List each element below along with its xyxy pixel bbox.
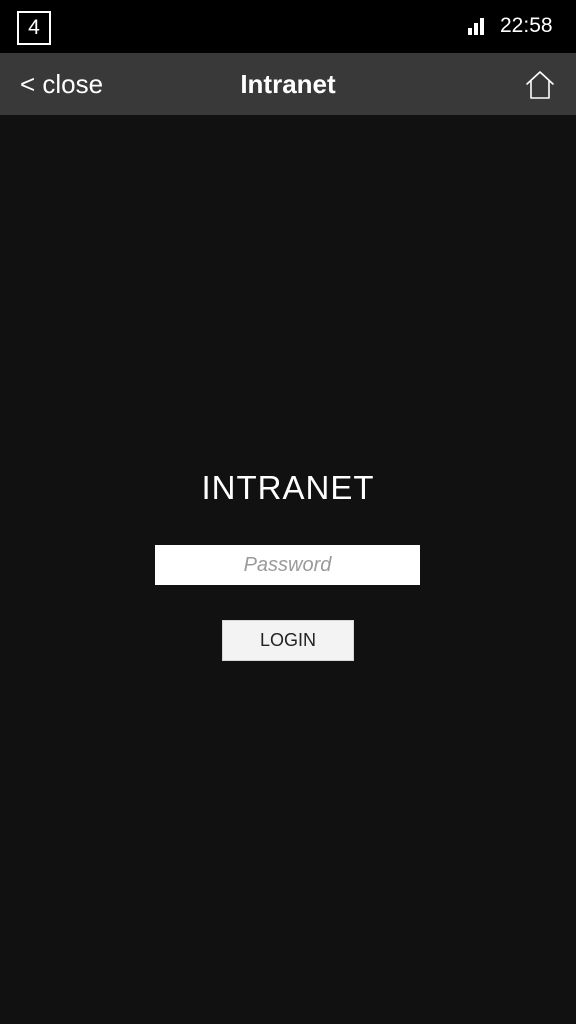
close-button[interactable]: < close	[20, 67, 103, 101]
login-heading: INTRANET	[201, 469, 375, 506]
status-time: 22:58	[500, 14, 553, 37]
notification-count-badge: 4	[17, 11, 51, 45]
status-bar: 4 22:58	[0, 0, 576, 53]
password-input[interactable]	[155, 545, 420, 585]
signal-bars-icon	[468, 18, 486, 35]
home-icon[interactable]	[524, 69, 556, 101]
login-button[interactable]: LOGIN	[222, 620, 354, 661]
app-screen: 4 22:58 < close Intranet INTRANET LOGIN	[0, 0, 576, 1024]
nav-bar: < close Intranet	[0, 53, 576, 115]
